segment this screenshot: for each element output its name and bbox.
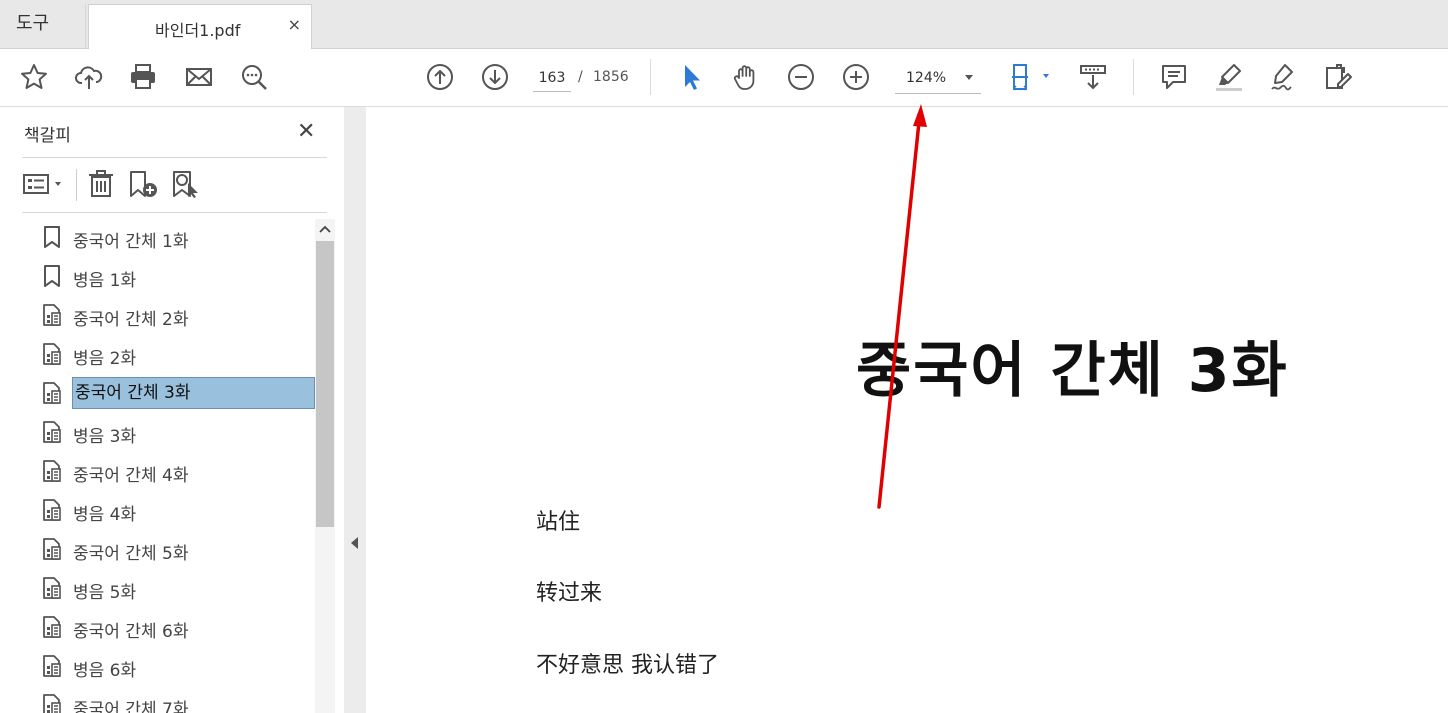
panel-title: 책갈피 xyxy=(24,126,71,146)
tab-document-label: 바인더1.pdf xyxy=(155,21,241,40)
options-menu-icon[interactable] xyxy=(22,167,66,201)
bookmark-label: 병음 1화 xyxy=(73,271,137,291)
bookmark-item[interactable]: 병음 1화 xyxy=(40,259,315,293)
bookmark-item[interactable]: 병음 2화 xyxy=(40,337,315,371)
add-bookmark-icon[interactable] xyxy=(127,167,159,201)
bookmark-item[interactable]: 병음 4화 xyxy=(40,493,315,527)
toolbar-divider xyxy=(76,169,77,201)
email-icon[interactable] xyxy=(183,61,215,93)
page-total: 1856 xyxy=(593,69,629,85)
bookmark-label: 중국어 간체 4화 xyxy=(73,466,189,486)
close-icon[interactable]: ✕ xyxy=(297,119,315,144)
scroll-mode-icon[interactable] xyxy=(1077,61,1109,93)
bookmark-label: 중국어 간체 6화 xyxy=(73,622,189,642)
bookmark-item[interactable]: 병음 3화 xyxy=(40,415,315,449)
bookmark-label: 중국어 간체 2화 xyxy=(73,310,189,330)
cloud-upload-icon[interactable] xyxy=(73,61,105,93)
document-bookmark-icon xyxy=(40,654,64,678)
highlight-icon[interactable] xyxy=(1213,61,1245,93)
bookmark-label: 병음 5화 xyxy=(73,583,137,603)
tab-close-icon[interactable]: × xyxy=(288,15,301,34)
document-line: 转过来 xyxy=(536,581,603,606)
document-bookmark-icon xyxy=(40,693,64,713)
bookmark-item[interactable]: 중국어 간체 4화 xyxy=(40,454,315,488)
scroll-up-icon[interactable] xyxy=(315,219,335,239)
bookmark-icon xyxy=(40,264,64,288)
document-bookmark-icon xyxy=(40,537,64,561)
toolbar-divider xyxy=(650,59,651,95)
page-number-input[interactable]: 163 xyxy=(533,65,571,92)
print-icon[interactable] xyxy=(127,61,159,93)
document-view: 중국어 간체 3화 站住 转过来 不好意思 我认错了 xyxy=(366,107,1448,713)
bookmark-item[interactable]: 중국어 간체 7화 xyxy=(40,688,315,713)
chevron-down-icon xyxy=(965,75,973,80)
fit-page-icon[interactable] xyxy=(1008,61,1052,93)
zoom-select[interactable]: 124% xyxy=(895,65,981,94)
bookmark-item[interactable]: 병음 6화 xyxy=(40,649,315,683)
bookmark-label: 병음 6화 xyxy=(73,661,137,681)
find-bookmark-icon[interactable] xyxy=(170,167,202,201)
toolbar-divider xyxy=(1133,59,1134,95)
document-bookmark-icon xyxy=(40,420,64,444)
search-zoom-icon[interactable] xyxy=(238,61,270,93)
trash-icon[interactable] xyxy=(86,167,116,201)
zoom-value: 124% xyxy=(906,70,947,86)
document-bookmark-icon xyxy=(40,459,64,483)
hand-icon[interactable] xyxy=(730,61,762,93)
tab-document[interactable]: 바인더1.pdf × xyxy=(88,4,312,49)
bookmark-list: 중국어 간체 1화병음 1화중국어 간체 2화병음 2화중국어 간체 3화병음 … xyxy=(0,219,316,713)
page-heading: 중국어 간체 3화 xyxy=(856,336,1289,406)
bookmark-label: 중국어 간체 7화 xyxy=(73,700,189,713)
document-line: 站住 xyxy=(536,510,581,535)
document-bookmark-icon xyxy=(40,498,64,522)
select-cursor-icon[interactable] xyxy=(675,61,707,93)
bookmark-item[interactable]: 병음 5화 xyxy=(40,571,315,605)
document-bookmark-icon xyxy=(40,381,64,405)
bookmark-label: 병음 4화 xyxy=(73,505,137,525)
bookmark-item[interactable]: 중국어 간체 3화 xyxy=(40,376,315,410)
bookmark-item[interactable]: 중국어 간체 1화 xyxy=(40,220,315,254)
bookmark-label: 병음 3화 xyxy=(73,427,137,447)
document-line: 不好意思 我认错了 xyxy=(536,653,719,678)
panel-splitter[interactable] xyxy=(344,107,366,713)
tab-bar: 도구 바인더1.pdf × xyxy=(0,0,1448,49)
scrollbar[interactable] xyxy=(315,219,335,713)
edit-pdf-icon[interactable] xyxy=(1323,61,1355,93)
document-bookmark-icon xyxy=(40,303,64,327)
scroll-thumb[interactable] xyxy=(316,241,334,527)
divider xyxy=(22,157,327,158)
zoom-out-icon[interactable] xyxy=(785,61,817,93)
document-bookmark-icon xyxy=(40,576,64,600)
bookmark-label: 병음 2화 xyxy=(73,349,137,369)
divider xyxy=(22,212,327,213)
bookmark-icon xyxy=(40,225,64,249)
document-bookmark-icon xyxy=(40,615,64,639)
sign-icon[interactable] xyxy=(1268,61,1300,93)
bookmark-item[interactable]: 중국어 간체 5화 xyxy=(40,532,315,566)
bookmark-item[interactable]: 중국어 간체 6화 xyxy=(40,610,315,644)
bookmark-label: 중국어 간체 3화 xyxy=(72,377,315,409)
star-icon[interactable] xyxy=(18,61,50,93)
collapse-panel-icon[interactable] xyxy=(351,537,358,549)
page-up-icon[interactable] xyxy=(424,61,456,93)
comment-icon[interactable] xyxy=(1158,61,1190,93)
bookmark-item[interactable]: 중국어 간체 2화 xyxy=(40,298,315,332)
bookmark-label: 중국어 간체 5화 xyxy=(73,544,189,564)
toolbar: 163 / 1856 124% xyxy=(0,49,1448,107)
page-separator: / xyxy=(578,69,583,85)
bookmark-label: 중국어 간체 1화 xyxy=(73,232,189,252)
page-down-icon[interactable] xyxy=(479,61,511,93)
bookmarks-panel: 책갈피 ✕ 중국어 간체 1화 병음 1화 중국어 간체 2화 병음 2화 중국어 간체… xyxy=(0,107,345,713)
tab-tools[interactable]: 도구 xyxy=(0,4,86,48)
zoom-in-icon[interactable] xyxy=(840,61,872,93)
document-bookmark-icon xyxy=(40,342,64,366)
